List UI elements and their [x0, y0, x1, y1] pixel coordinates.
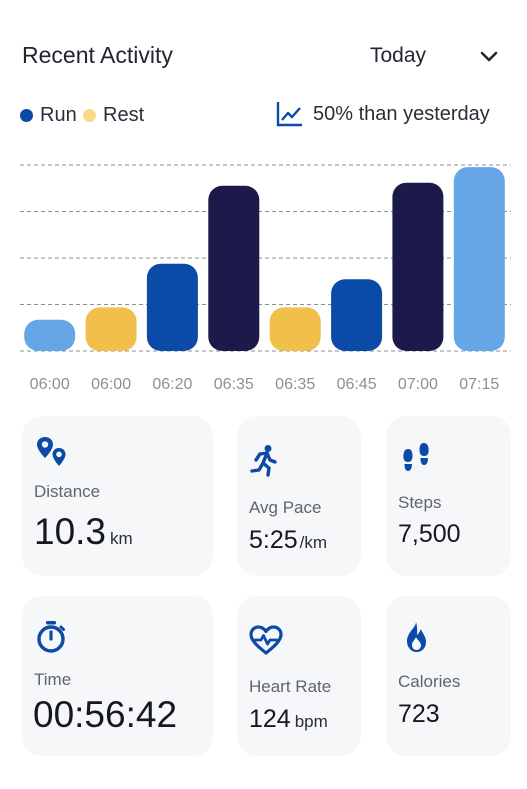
- legend-label-rest: Rest: [103, 104, 145, 126]
- chart-legend: Run Rest 50% than yesterday: [20, 102, 520, 130]
- pace-value: 5:25: [249, 526, 298, 554]
- footsteps-icon: [403, 443, 429, 471]
- heart-pulse-icon: [249, 625, 283, 655]
- x-tick-label-6: 07:00: [398, 376, 438, 393]
- stat-tile-time[interactable]: Time 00:56:42: [22, 596, 213, 756]
- pace-unit: /km: [299, 533, 328, 552]
- x-tick-label-1: 06:00: [91, 376, 131, 393]
- period-label: Today: [370, 44, 427, 67]
- recent-activity-card: Recent Activity Today Run Rest 50% than …: [0, 0, 527, 789]
- pace-label: Avg Pace: [249, 498, 322, 517]
- calories-label: Calories: [398, 672, 461, 691]
- legend-item-run: Run: [20, 104, 77, 127]
- steps-label: Steps: [398, 493, 442, 512]
- chevron-down-icon: [480, 51, 498, 62]
- legend-label-run: Run: [40, 104, 77, 126]
- x-tick-label-2: 06:20: [152, 376, 192, 393]
- stat-tile-calories[interactable]: Calories 723: [386, 596, 511, 756]
- runner-icon: [250, 445, 277, 477]
- x-tick-label-3: 06:35: [214, 376, 254, 393]
- bar-chart-svg: 06:00 06:00 06:20 06:35 06:35 06:45 07:00 07:15: [20, 164, 511, 393]
- bar-5[interactable]: [331, 279, 383, 351]
- bar-3[interactable]: [208, 185, 260, 351]
- time-label: Time: [34, 670, 72, 689]
- period-dropdown[interactable]: Today: [354, 36, 514, 76]
- bar-1[interactable]: [85, 307, 137, 351]
- x-tick-label-0: 06:00: [30, 376, 70, 393]
- bar-0[interactable]: [24, 319, 76, 351]
- stat-tile-pace[interactable]: Avg Pace 5:25/km: [237, 416, 361, 576]
- map-pins-icon: [37, 437, 66, 466]
- legend-dot-rest: [83, 109, 96, 122]
- pace-value-wrap: 5:25/km: [249, 526, 327, 555]
- bar-6[interactable]: [392, 182, 444, 351]
- x-tick-label-4: 06:35: [275, 376, 315, 393]
- trend-chart-icon: [276, 102, 302, 127]
- stat-tile-steps[interactable]: Steps 7,500: [386, 416, 511, 576]
- legend-item-rest: Rest: [83, 104, 144, 127]
- x-tick-label-7: 07:15: [459, 376, 499, 393]
- heart-label: Heart Rate: [249, 677, 332, 696]
- heart-unit: bpm: [294, 712, 328, 731]
- distance-value-wrap: 10.3 km: [34, 511, 133, 553]
- steps-value: 7,500: [398, 520, 461, 548]
- stopwatch-icon: [37, 621, 65, 653]
- bar-7[interactable]: [453, 167, 505, 351]
- distance-value: 10.3: [34, 511, 107, 552]
- stat-tile-distance[interactable]: Distance 10.3 km: [22, 416, 213, 576]
- trend-indicator: 50% than yesterday: [275, 100, 490, 128]
- distance-label: Distance: [34, 482, 101, 501]
- bar-2[interactable]: [146, 263, 198, 351]
- x-tick-label-5: 06:45: [337, 376, 377, 393]
- calories-value: 723: [398, 700, 440, 728]
- trend-text: 50% than yesterday: [313, 102, 490, 125]
- card-title: Recent Activity: [22, 42, 173, 68]
- heart-value: 124: [249, 705, 291, 733]
- legend-dot-run: [20, 109, 33, 122]
- heart-value-wrap: 124 bpm: [249, 705, 328, 734]
- flame-icon: [407, 622, 426, 652]
- distance-unit: km: [110, 529, 133, 548]
- activity-bar-chart: 06:00 06:00 06:20 06:35 06:35 06:45 07:00 07:15: [0, 150, 527, 400]
- bar-4[interactable]: [269, 307, 321, 351]
- stat-tile-heart[interactable]: Heart Rate 124 bpm: [237, 596, 361, 756]
- time-value: 00:56:42: [33, 694, 178, 735]
- card-header: Recent Activity Today: [22, 36, 514, 76]
